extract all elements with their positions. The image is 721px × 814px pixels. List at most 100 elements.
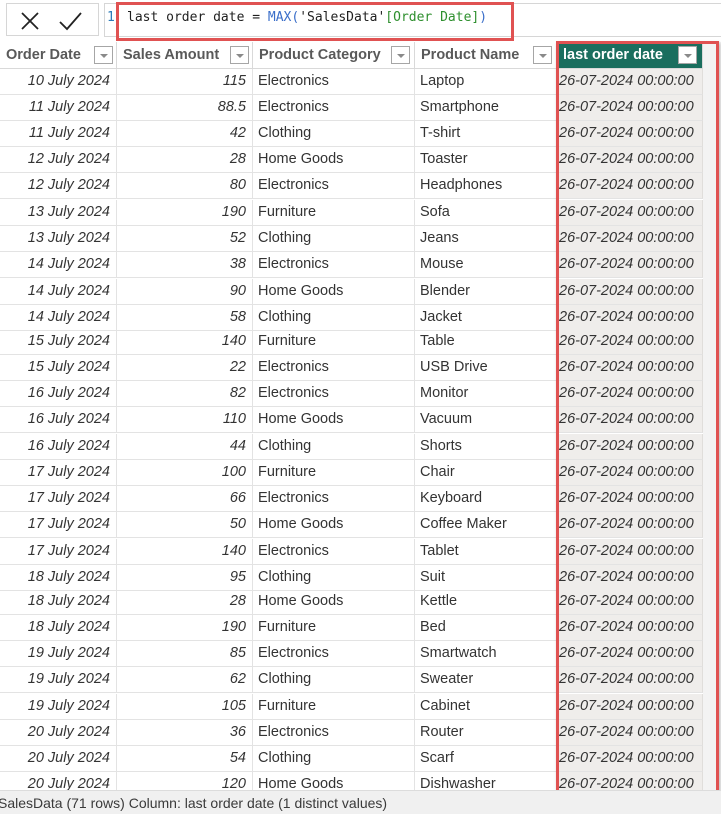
cell-product-category[interactable]: Clothing — [253, 121, 415, 147]
cell-product-name[interactable]: Jacket — [415, 305, 557, 331]
cell-product-category[interactable]: Electronics — [253, 173, 415, 199]
cell-product-name[interactable]: Kettle — [415, 589, 557, 615]
filter-dropdown-icon[interactable] — [678, 46, 697, 64]
cell-last-order-date[interactable]: 26-07-2024 00:00:00 — [557, 641, 703, 667]
cell-product-category[interactable]: Clothing — [253, 565, 415, 591]
cell-last-order-date[interactable]: 26-07-2024 00:00:00 — [557, 69, 703, 95]
cell-product-category[interactable]: Furniture — [253, 329, 415, 355]
cell-last-order-date[interactable]: 26-07-2024 00:00:00 — [557, 173, 703, 199]
table-row[interactable]: 11 July 2024 42 Clothing T-shirt 26-07-2024 … — [0, 121, 721, 147]
table-row[interactable]: 16 July 2024 110 Home Goods Vacuum 26-07-202… — [0, 407, 721, 433]
cell-order-date[interactable]: 18 July 2024 — [0, 589, 117, 615]
table-row[interactable]: 13 July 2024 190 Furniture Sofa 26-07-2024 0… — [0, 200, 721, 226]
cell-order-date[interactable]: 15 July 2024 — [0, 355, 117, 381]
cell-sales-amount[interactable]: 120 — [117, 772, 253, 790]
cell-order-date[interactable]: 17 July 2024 — [0, 486, 117, 512]
cell-product-name[interactable]: Blender — [415, 279, 557, 305]
table-row[interactable]: 19 July 2024 105 Furniture Cabinet 26-07-202… — [0, 694, 721, 720]
cell-sales-amount[interactable]: 28 — [117, 589, 253, 615]
cell-last-order-date[interactable]: 26-07-2024 00:00:00 — [557, 589, 703, 615]
cancel-formula-button[interactable] — [17, 8, 43, 34]
cell-product-category[interactable]: Electronics — [253, 486, 415, 512]
cell-product-category[interactable]: Electronics — [253, 641, 415, 667]
cell-product-name[interactable]: Sofa — [415, 200, 557, 226]
cell-product-category[interactable]: Furniture — [253, 694, 415, 720]
table-row[interactable]: 16 July 2024 82 Electronics Monitor 26-07-20… — [0, 381, 721, 407]
cell-last-order-date[interactable]: 26-07-2024 00:00:00 — [557, 121, 703, 147]
cell-product-name[interactable]: Sweater — [415, 667, 557, 693]
cell-sales-amount[interactable]: 22 — [117, 355, 253, 381]
cell-product-name[interactable]: Vacuum — [415, 407, 557, 433]
cell-last-order-date[interactable]: 26-07-2024 00:00:00 — [557, 667, 703, 693]
cell-sales-amount[interactable]: 85 — [117, 641, 253, 667]
cell-order-date[interactable]: 17 July 2024 — [0, 460, 117, 486]
cell-product-name[interactable]: Coffee Maker — [415, 512, 557, 538]
cell-product-name[interactable]: USB Drive — [415, 355, 557, 381]
cell-order-date[interactable]: 19 July 2024 — [0, 641, 117, 667]
table-row[interactable]: 12 July 2024 80 Electronics Headphones 26-07… — [0, 173, 721, 199]
cell-product-category[interactable]: Clothing — [253, 226, 415, 252]
cell-order-date[interactable]: 12 July 2024 — [0, 173, 117, 199]
cell-last-order-date[interactable]: 26-07-2024 00:00:00 — [557, 746, 703, 772]
column-header-sales-amount[interactable]: Sales Amount — [117, 42, 253, 69]
cell-sales-amount[interactable]: 110 — [117, 407, 253, 433]
cell-last-order-date[interactable]: 26-07-2024 00:00:00 — [557, 772, 703, 790]
cell-product-name[interactable]: Smartphone — [415, 95, 557, 121]
cell-last-order-date[interactable]: 26-07-2024 00:00:00 — [557, 279, 703, 305]
cell-order-date[interactable]: 11 July 2024 — [0, 95, 117, 121]
cell-sales-amount[interactable]: 88.5 — [117, 95, 253, 121]
column-header-order-date[interactable]: Order Date — [0, 42, 117, 69]
cell-sales-amount[interactable]: 28 — [117, 147, 253, 173]
cell-last-order-date[interactable]: 26-07-2024 00:00:00 — [557, 486, 703, 512]
filter-dropdown-icon[interactable] — [391, 46, 410, 64]
cell-last-order-date[interactable]: 26-07-2024 00:00:00 — [557, 539, 703, 565]
cell-product-name[interactable]: Cabinet — [415, 694, 557, 720]
cell-product-category[interactable]: Electronics — [253, 95, 415, 121]
cell-sales-amount[interactable]: 82 — [117, 381, 253, 407]
cell-last-order-date[interactable]: 26-07-2024 00:00:00 — [557, 694, 703, 720]
table-row[interactable]: 18 July 2024 95 Clothing Suit 26-07-2024 00:… — [0, 565, 721, 591]
cell-sales-amount[interactable]: 66 — [117, 486, 253, 512]
cell-sales-amount[interactable]: 90 — [117, 279, 253, 305]
cell-product-category[interactable]: Home Goods — [253, 279, 415, 305]
cell-product-category[interactable]: Home Goods — [253, 147, 415, 173]
cell-product-name[interactable]: T-shirt — [415, 121, 557, 147]
cell-order-date[interactable]: 17 July 2024 — [0, 539, 117, 565]
cell-product-name[interactable]: Monitor — [415, 381, 557, 407]
cell-sales-amount[interactable]: 95 — [117, 565, 253, 591]
column-header-last-order-date[interactable]: last order date — [557, 42, 703, 69]
table-row[interactable]: 11 July 2024 88.5 Electronics Smartphone 26-… — [0, 95, 721, 121]
table-row[interactable]: 20 July 2024 54 Clothing Scarf 26-07-2024 00… — [0, 746, 721, 772]
cell-sales-amount[interactable]: 190 — [117, 200, 253, 226]
table-row[interactable]: 19 July 2024 85 Electronics Smartwatch 26-07… — [0, 641, 721, 667]
cell-sales-amount[interactable]: 190 — [117, 615, 253, 641]
cell-sales-amount[interactable]: 140 — [117, 329, 253, 355]
cell-order-date[interactable]: 13 July 2024 — [0, 200, 117, 226]
cell-product-category[interactable]: Furniture — [253, 460, 415, 486]
table-row[interactable]: 14 July 2024 38 Electronics Mouse 26-07-2024… — [0, 252, 721, 278]
cell-sales-amount[interactable]: 62 — [117, 667, 253, 693]
cell-order-date[interactable]: 20 July 2024 — [0, 746, 117, 772]
cell-product-category[interactable]: Electronics — [253, 69, 415, 95]
cell-last-order-date[interactable]: 26-07-2024 00:00:00 — [557, 565, 703, 591]
table-row[interactable]: 10 July 2024 115 Electronics Laptop 26-07-20… — [0, 69, 721, 95]
cell-product-name[interactable]: Bed — [415, 615, 557, 641]
column-header-product-category[interactable]: Product Category — [253, 42, 415, 69]
cell-order-date[interactable]: 16 July 2024 — [0, 407, 117, 433]
cell-product-name[interactable]: Keyboard — [415, 486, 557, 512]
cell-sales-amount[interactable]: 54 — [117, 746, 253, 772]
cell-last-order-date[interactable]: 26-07-2024 00:00:00 — [557, 226, 703, 252]
cell-last-order-date[interactable]: 26-07-2024 00:00:00 — [557, 305, 703, 331]
cell-product-category[interactable]: Clothing — [253, 667, 415, 693]
cell-order-date[interactable]: 15 July 2024 — [0, 329, 117, 355]
cell-order-date[interactable]: 16 July 2024 — [0, 381, 117, 407]
table-row[interactable]: 17 July 2024 50 Home Goods Coffee Maker 26-0… — [0, 512, 721, 538]
cell-product-name[interactable]: Laptop — [415, 69, 557, 95]
cell-order-date[interactable]: 16 July 2024 — [0, 434, 117, 460]
filter-dropdown-icon[interactable] — [533, 46, 552, 64]
table-row[interactable]: 18 July 2024 190 Furniture Bed 26-07-2024 00… — [0, 615, 721, 641]
cell-product-name[interactable]: Router — [415, 720, 557, 746]
cell-order-date[interactable]: 18 July 2024 — [0, 565, 117, 591]
cell-product-name[interactable]: Toaster — [415, 147, 557, 173]
cell-order-date[interactable]: 17 July 2024 — [0, 512, 117, 538]
